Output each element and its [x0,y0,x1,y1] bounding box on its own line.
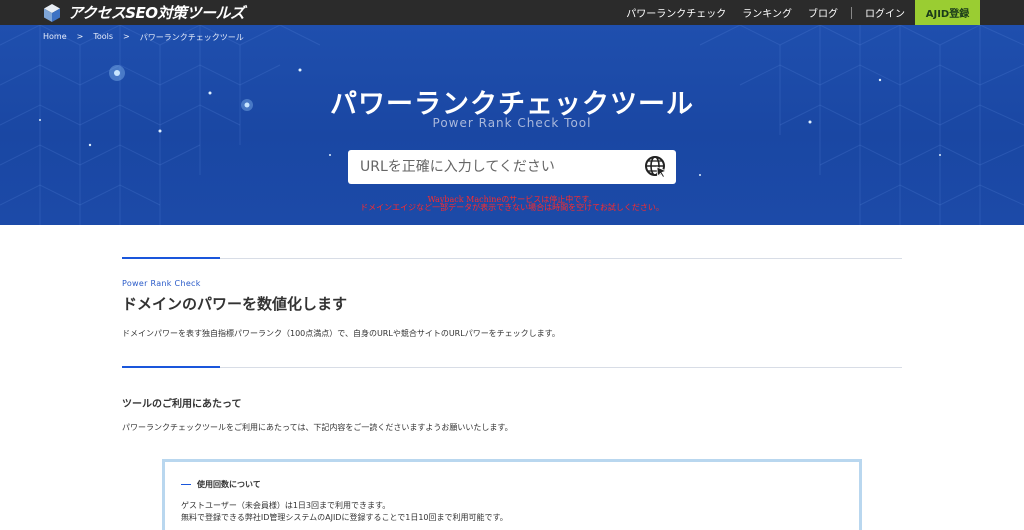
divider-accent [122,366,220,368]
divider-accent [122,257,220,259]
breadcrumb-current: パワーランクチェックツール [139,33,244,42]
usage-description: パワーランクチェックツールをご利用にあたっては、下記内容をご一読くださいますよう… [122,423,513,432]
usage-info-box: 使用回数について ゲストユーザー（未会員様）は1日3回まで利用できます。 無料で… [162,459,862,530]
usage-title: ツールのご利用にあたって [122,399,242,410]
section-title: ドメインのパワーを数値化します [122,295,348,313]
section-label: Power Rank Check [122,279,201,288]
heading-dash [181,484,191,485]
nav-power-rank-check[interactable]: パワーランクチェック [626,5,726,20]
service-notice-detail: ドメインエイジなど一部データが表示できない場合は時間を空けてお試しください。 [360,203,664,212]
info-box-heading: 使用回数について [181,479,261,490]
section-divider [122,257,902,259]
main-nav: パワーランクチェック ランキング ブログ ログイン AJID登録 [626,0,980,25]
breadcrumb-separator: > [76,32,84,41]
info-box-line: ゲストユーザー（未会員様）は1日3回まで利用できます。 [181,501,391,510]
logo-text: アクセスSEO対策ツールズ [68,4,245,22]
info-box-line: 無料で登録できる弊社ID管理システムのAJIDに登録することで1日10回まで利用… [181,513,508,522]
top-navigation-bar: アクセスSEO対策ツールズ パワーランクチェック ランキング ブログ ログイン … [0,0,1024,25]
breadcrumb-tools[interactable]: Tools [93,32,113,43]
breadcrumb-home[interactable]: Home [43,32,67,43]
nav-divider [851,6,852,19]
nav-blog[interactable]: ブログ [808,5,838,20]
cube-logo-icon [44,3,60,22]
site-logo[interactable]: アクセスSEO対策ツールズ [42,2,245,23]
nav-login[interactable]: ログイン [865,5,905,20]
info-box-heading-text: 使用回数について [197,480,261,489]
breadcrumb: Home > Tools > パワーランクチェックツール [43,32,244,43]
hero-banner: Home > Tools > パワーランクチェックツール パワーランクチェックツ… [0,25,1024,225]
section-description: ドメインパワーを表す独自指標パワーランク（100点満点）で、自身のURLや競合サ… [122,329,560,338]
url-search-box [348,150,676,184]
section-divider [122,366,902,368]
breadcrumb-separator: > [123,32,130,41]
nav-ranking[interactable]: ランキング [742,5,792,20]
page-subtitle: Power Rank Check Tool [432,116,592,130]
url-input[interactable] [348,150,638,184]
ajid-register-button[interactable]: AJID登録 [915,0,980,25]
globe-cursor-icon[interactable] [644,155,668,179]
